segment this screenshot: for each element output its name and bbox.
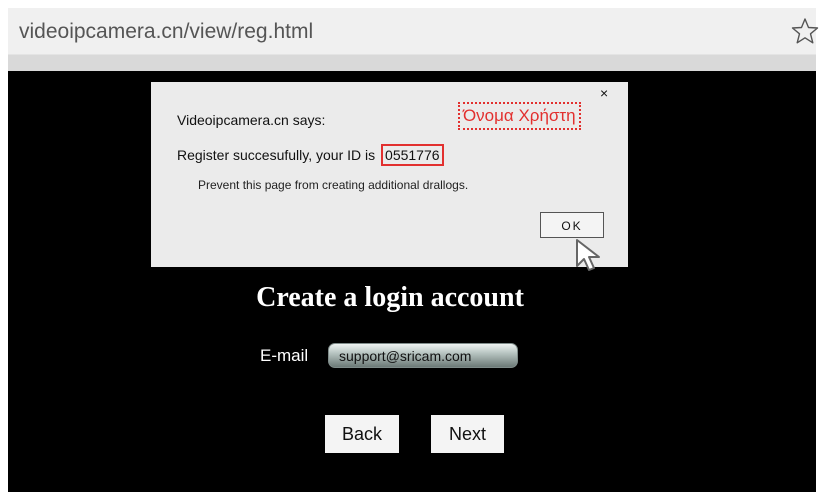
suppress-dialogs-note[interactable]: Prevent this page from creating addition… — [198, 178, 468, 192]
ok-button[interactable]: OK — [540, 212, 604, 238]
back-button[interactable]: Back — [325, 415, 399, 453]
username-annotation: Όνομα Χρήστη — [458, 102, 581, 130]
dialog-title: Videoipcamera.cn says: — [177, 112, 326, 128]
browser-toolbar-strip — [8, 55, 816, 71]
next-button[interactable]: Next — [431, 415, 504, 453]
mouse-pointer-icon — [576, 239, 600, 271]
close-icon[interactable]: × — [600, 86, 608, 100]
page-title: Create a login account — [256, 282, 524, 313]
address-bar[interactable]: videoipcamera.cn/view/reg.html — [8, 8, 819, 55]
email-label: E-mail — [260, 346, 309, 365]
alert-dialog: × Όνομα Χρήστη Videoipcamera.cn says: Re… — [151, 82, 628, 267]
star-outline-icon[interactable] — [790, 16, 820, 46]
dialog-message-text: Register succesufully, your ID is — [177, 147, 376, 163]
url-text[interactable]: videoipcamera.cn/view/reg.html — [19, 20, 313, 44]
email-field[interactable] — [328, 343, 518, 368]
user-id-highlight: 0551776 — [381, 144, 444, 166]
dialog-message: Register succesufully, your ID is 055177… — [177, 144, 444, 166]
